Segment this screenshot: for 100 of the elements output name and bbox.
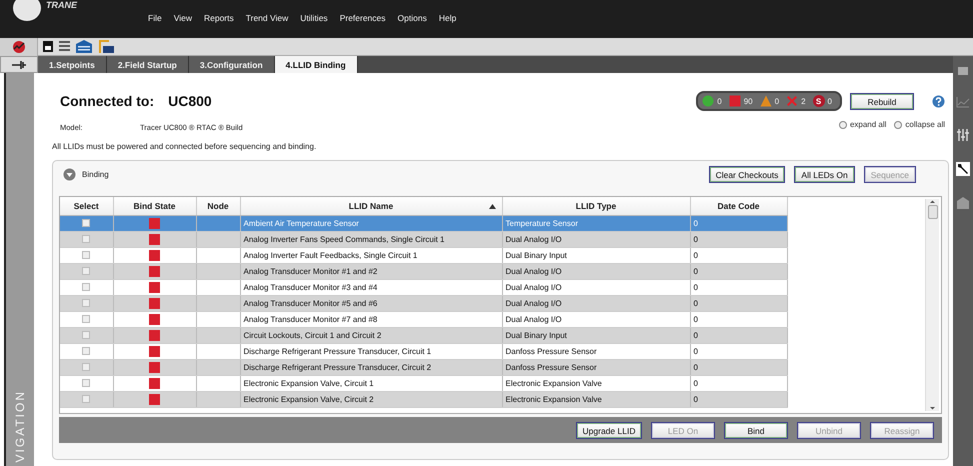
table-cell: 0 — [690, 215, 787, 231]
table-cell: Discharge Refrigerant Pressure Transducer, Circuit 1 — [240, 343, 502, 359]
table-cell: Dual Analog I/O — [502, 311, 690, 327]
checkbox[interactable] — [82, 315, 90, 324]
checkbox[interactable] — [82, 299, 90, 308]
table-cell: 0 — [690, 231, 787, 247]
table-row[interactable]: Analog Transducer Monitor #5 and #6 Dual Analog I/O 0 — [60, 295, 787, 311]
table-cell: 0 — [690, 279, 787, 295]
table-cell: Dual Analog I/O — [502, 263, 690, 279]
scroll-thumb[interactable] — [928, 205, 938, 219]
checkbox[interactable] — [82, 363, 90, 372]
table-cell: Analog Inverter Fault Feedbacks, Single Circuit 1 — [240, 247, 502, 263]
tab[interactable]: 2.Field Startup — [106, 56, 189, 73]
column-header[interactable]: Node — [196, 197, 240, 215]
table-row[interactable]: Analog Transducer Monitor #1 and #2 Dual Analog I/O 0 — [60, 263, 787, 279]
table-cell: Dual Analog I/O — [502, 231, 690, 247]
menu-item[interactable]: Help — [438, 13, 456, 23]
action-button[interactable]: Clear Checkouts — [708, 166, 786, 183]
menu-item[interactable]: Reports — [204, 13, 234, 23]
checkbox[interactable] — [82, 331, 90, 340]
action-button[interactable]: All LEDs On — [794, 166, 855, 183]
table-row[interactable]: Analog Transducer Monitor #3 and #4 Dual Analog I/O 0 — [60, 279, 787, 295]
table-cell: 0 — [690, 295, 787, 311]
checkbox[interactable] — [82, 395, 90, 404]
menu-item[interactable]: Trend View — [246, 13, 288, 23]
table-row[interactable]: Analog Transducer Monitor #7 and #8 Dual Analog I/O 0 — [60, 311, 787, 327]
table-cell: Danfoss Pressure Sensor — [502, 359, 690, 375]
column-header[interactable]: LLID Name — [240, 197, 502, 215]
scrollbar[interactable] — [925, 199, 939, 411]
table-row[interactable]: Electronic Expansion Valve, Circuit 1 Electronic Expansion Valve 0 — [60, 375, 787, 391]
column-header[interactable]: Select — [60, 197, 113, 215]
device-name: UC800 — [168, 93, 212, 109]
logo-icon — [12, 0, 42, 22]
table-row[interactable]: Analog Inverter Fault Feedbacks, Single Circuit 1 Dual Binary Input 0 — [60, 247, 787, 263]
table-cell: Analog Transducer Monitor #1 and #2 — [240, 263, 502, 279]
connected-label: Connected to: — [60, 93, 154, 109]
table-cell: Analog Transducer Monitor #3 and #4 — [240, 279, 502, 295]
rebuild-button[interactable]: Rebuild — [850, 92, 914, 110]
scroll-down-icon[interactable] — [928, 405, 937, 411]
table-cell: 0 — [690, 359, 787, 375]
table-cell: 0 — [690, 375, 787, 391]
action-button[interactable]: Bind — [724, 422, 788, 438]
logo-text: TRANE — [46, 0, 77, 10]
table-cell: Danfoss Pressure Sensor — [502, 343, 690, 359]
wrench-icon[interactable] — [956, 162, 970, 176]
collapse-icon[interactable] — [63, 168, 76, 181]
table-cell: Electronic Expansion Valve, Circuit 2 — [240, 391, 502, 407]
checkbox[interactable] — [82, 347, 90, 356]
sort-icon[interactable] — [488, 204, 496, 209]
building-icon[interactable] — [956, 196, 970, 210]
table-cell: Electronic Expansion Valve — [502, 375, 690, 391]
menu-item[interactable]: Options — [398, 13, 427, 23]
table-cell: Electronic Expansion Valve, Circuit 1 — [240, 375, 502, 391]
help-icon[interactable] — [932, 94, 945, 108]
checkbox[interactable] — [82, 379, 90, 388]
stop-icon: S — [812, 95, 825, 107]
table-cell: 0 — [690, 247, 787, 263]
menu-item[interactable]: File — [148, 13, 162, 23]
menu-item[interactable]: Utilities — [300, 13, 328, 23]
table-cell: Dual Analog I/O — [502, 279, 690, 295]
count-text: 0 — [774, 96, 780, 106]
table-cell: Ambient Air Temperature Sensor — [240, 215, 502, 231]
table-row[interactable]: Discharge Refrigerant Pressure Transducer, Circuit 1 Danfoss Pressure Sensor 0 — [60, 343, 787, 359]
sliders-icon[interactable] — [956, 128, 970, 142]
menu-item[interactable]: View — [174, 13, 192, 23]
table-cell: Discharge Refrigerant Pressure Transducer, Circuit 2 — [240, 359, 502, 375]
checkbox[interactable] — [82, 235, 90, 244]
checkbox[interactable] — [82, 251, 90, 260]
info-text: All LLIDs must be powered and connected before sequencing and binding. — [52, 142, 318, 151]
building-icon[interactable] — [75, 39, 93, 54]
list-icon[interactable] — [58, 40, 71, 53]
column-header[interactable]: Bind State — [113, 197, 196, 215]
table-row[interactable]: Discharge Refrigerant Pressure Transducer, Circuit 2 Danfoss Pressure Sensor 0 — [60, 359, 787, 375]
table-cell: Analog Transducer Monitor #5 and #6 — [240, 295, 502, 311]
tab[interactable]: 3.Configuration — [188, 56, 275, 73]
chart-icon[interactable] — [956, 96, 970, 108]
tab[interactable]: 4.LLID Binding — [274, 56, 358, 73]
tab[interactable]: 1.Setpoints — [38, 56, 107, 73]
radio-button[interactable]: collapse all — [894, 120, 945, 129]
count-text: 0 — [717, 96, 722, 106]
table-row[interactable]: Electronic Expansion Valve, Circuit 2 Electronic Expansion Valve 0 — [60, 391, 787, 407]
table-cell: 0 — [690, 343, 787, 359]
table-row[interactable]: Analog Inverter Fans Speed Commands, Single Circuit 1 Dual Analog I/O 0 — [60, 231, 787, 247]
table-cell: 0 — [690, 311, 787, 327]
table-cell: Electronic Expansion Valve — [502, 391, 690, 407]
checkbox[interactable] — [82, 283, 90, 292]
count-text: 90 — [744, 96, 753, 106]
count-text: 0 — [828, 96, 832, 106]
table-row[interactable]: Circuit Lockouts, Circuit 1 and Circuit 2 Dual Binary Input 0 — [60, 327, 787, 343]
radio-button[interactable]: expand all — [838, 120, 886, 129]
column-header[interactable]: LLID Type — [502, 197, 690, 215]
pulse-icon[interactable] — [12, 40, 26, 54]
table-cell: Dual Binary Input — [502, 327, 690, 343]
panel-title: Binding — [82, 170, 109, 179]
pin-button[interactable] — [0, 56, 38, 73]
menu-item[interactable]: Preferences — [340, 13, 386, 23]
column-header[interactable]: Date Code — [690, 197, 787, 215]
checkbox[interactable] — [82, 267, 90, 276]
checkbox[interactable] — [82, 219, 90, 228]
action-button[interactable]: Upgrade LLID — [576, 422, 642, 438]
